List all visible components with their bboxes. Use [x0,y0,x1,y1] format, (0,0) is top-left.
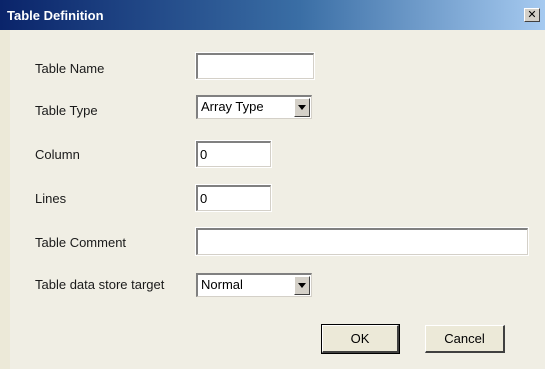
ok-button[interactable]: OK [321,324,400,354]
lines-label: Lines [35,191,67,206]
cancel-button[interactable]: Cancel [425,325,505,353]
dropdown-arrow-icon [298,283,306,288]
lines-field[interactable] [195,184,272,212]
store-target-select[interactable]: Normal [196,273,312,297]
dropdown-arrow-icon [298,105,306,110]
table-type-value: Array Type [201,99,264,114]
close-icon: ✕ [527,8,537,21]
column-label: Column [35,147,80,162]
table-type-label: Table Type [35,103,98,118]
column-field[interactable] [195,140,272,168]
window-title: Table Definition [7,8,104,23]
title-bar[interactable]: Table Definition ✕ [0,0,545,30]
close-button[interactable]: ✕ [524,8,540,22]
column-input[interactable] [198,143,270,166]
table-name-input[interactable] [198,55,313,78]
table-name-field[interactable] [195,52,315,80]
store-target-dropdown-button[interactable] [294,276,310,295]
lines-input[interactable] [198,187,270,210]
table-type-dropdown-button[interactable] [294,98,310,117]
table-name-label: Table Name [35,61,105,76]
table-comment-label: Table Comment [35,235,127,250]
dialog-client-area: Table Name Table Type Array Type Column … [10,30,545,369]
store-target-value: Normal [201,277,243,292]
store-target-label: Table data store target [35,277,165,292]
table-type-select[interactable]: Array Type [196,95,312,119]
table-comment-field[interactable] [195,227,529,256]
table-comment-input[interactable] [198,230,527,254]
